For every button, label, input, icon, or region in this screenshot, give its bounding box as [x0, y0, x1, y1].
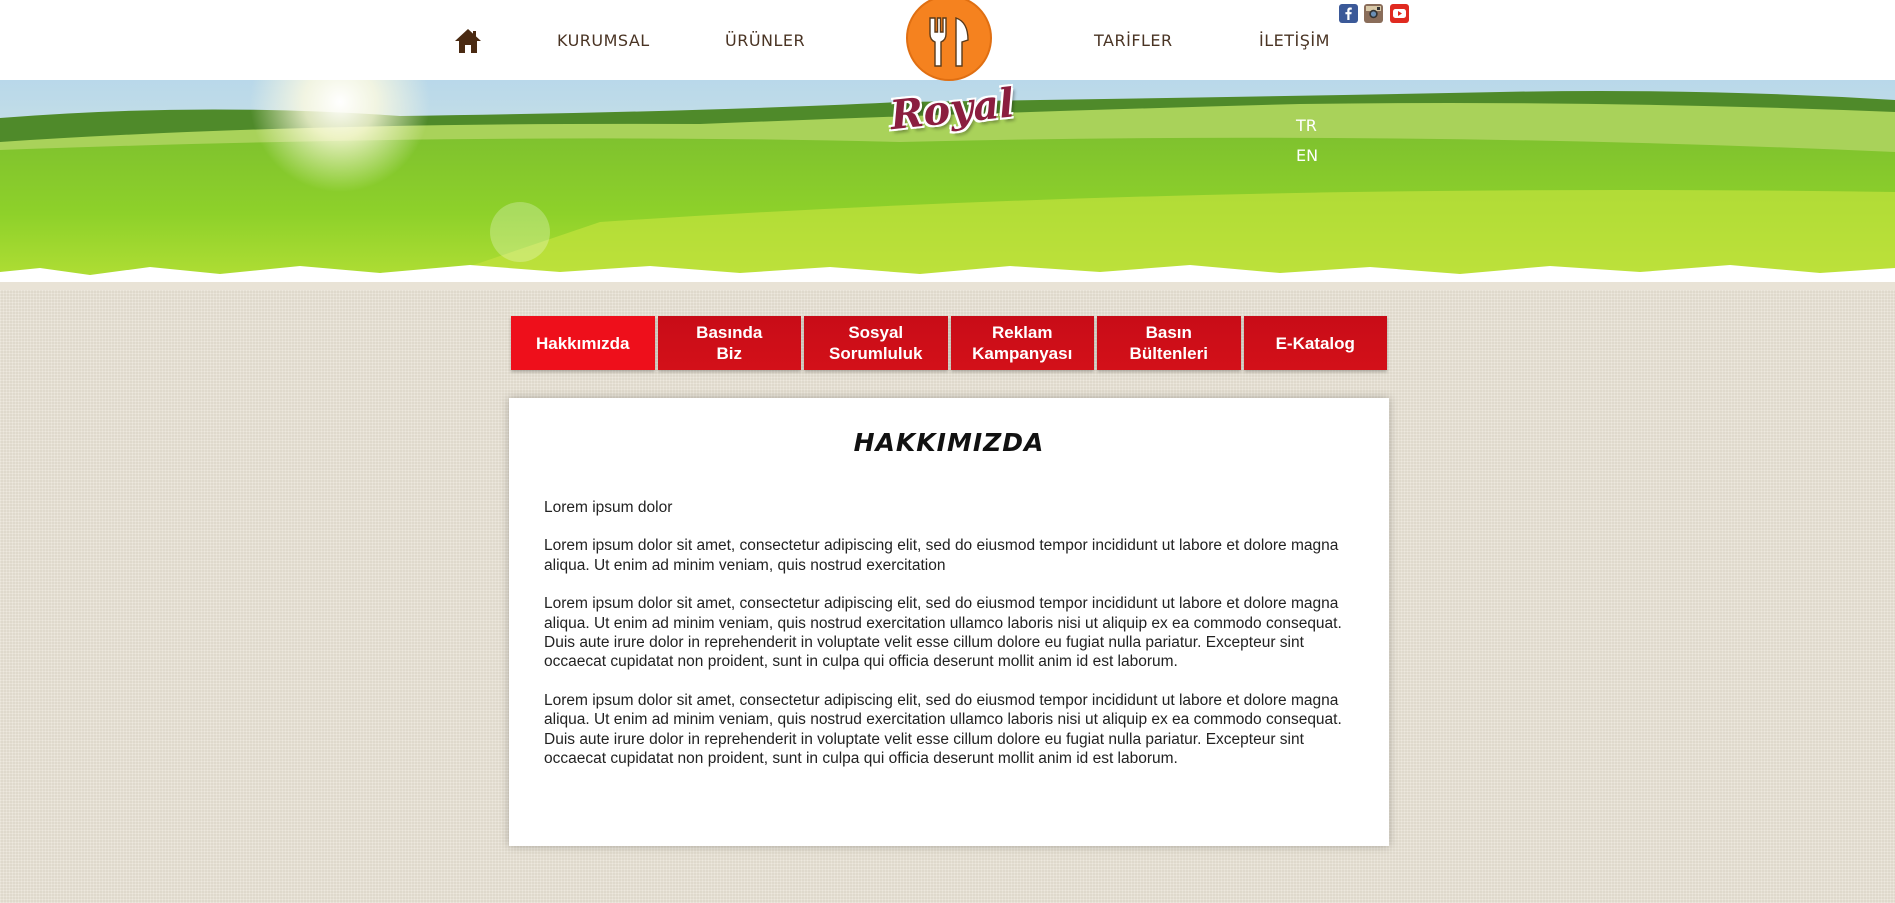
- youtube-icon[interactable]: [1390, 4, 1409, 23]
- instagram-icon[interactable]: [1364, 4, 1383, 23]
- paragraph: Lorem ipsum dolor: [544, 499, 673, 516]
- home-icon[interactable]: [454, 28, 482, 54]
- tab-sosyal-sorumluluk[interactable]: Sosyal Sorumluluk: [804, 316, 948, 370]
- nav-link-kurumsal[interactable]: KURUMSAL: [557, 31, 650, 50]
- language-tr[interactable]: TR: [1296, 116, 1317, 135]
- facebook-icon[interactable]: [1339, 4, 1358, 23]
- tab-basinda-biz[interactable]: Basında Biz: [657, 316, 801, 370]
- tab-e-katalog[interactable]: E-Katalog: [1243, 316, 1387, 370]
- tab-reklam-kampanyasi[interactable]: Reklam Kampanyası: [950, 316, 1094, 370]
- nav-link-iletisim[interactable]: İLETİŞİM: [1259, 31, 1330, 50]
- paragraph: Lorem ipsum dolor sit amet, consectetur …: [544, 537, 1339, 574]
- tab-hakkimizda[interactable]: Hakkımızda: [511, 316, 655, 370]
- section-tabs: Hakkımızda Basında Biz Sosyal Sorumluluk…: [511, 316, 1387, 370]
- page-title: HAKKIMIZDA: [853, 428, 1045, 457]
- paragraph: Lorem ipsum dolor sit amet, consectetur …: [544, 595, 1342, 671]
- tab-basin-bultenleri[interactable]: Basın Bültenleri: [1097, 316, 1241, 370]
- paragraph: Lorem ipsum dolor sit amet, consectetur …: [544, 691, 1342, 768]
- nav-link-tarifler[interactable]: TARİFLER: [1094, 31, 1173, 50]
- royal-logo[interactable]: Royal: [888, 0, 1016, 150]
- content-card: HAKKIMIZDA Lorem ipsum dolor Lorem ipsum…: [509, 398, 1389, 846]
- nav-link-urunler[interactable]: ÜRÜNLER: [725, 31, 805, 50]
- content-body: Lorem ipsum dolor Lorem ipsum dolor sit …: [544, 498, 1354, 787]
- language-en[interactable]: EN: [1296, 146, 1318, 165]
